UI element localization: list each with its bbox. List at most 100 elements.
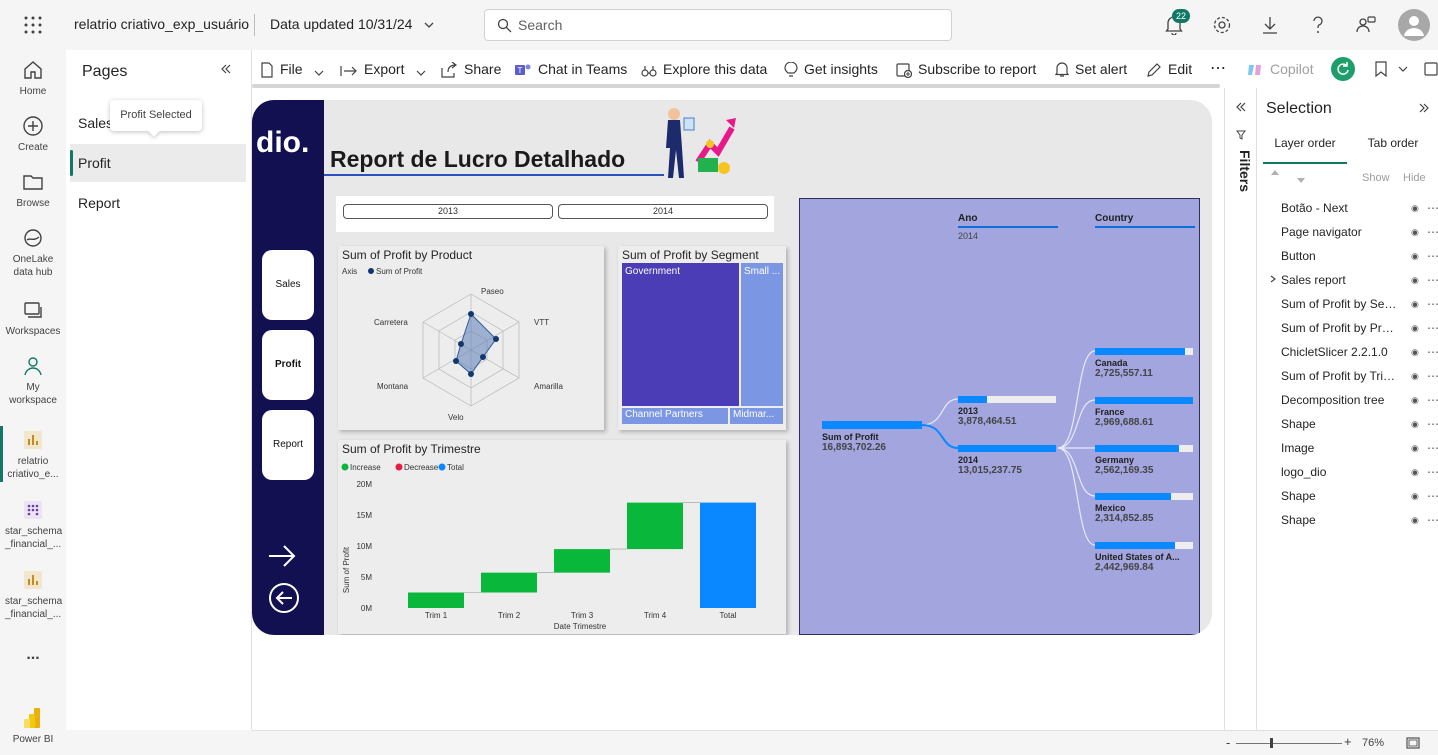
layer-item[interactable]: Sales report ◉ ⋯ [1281, 268, 1438, 292]
eye-icon[interactable]: ◉ [1411, 220, 1419, 244]
more-options-icon[interactable]: ⋯ [1427, 436, 1438, 460]
chevron-right-icon[interactable] [1269, 275, 1277, 283]
rail-browse[interactable]: Browse [0, 170, 66, 210]
chevron-down-icon[interactable] [424, 20, 434, 30]
more-options-icon[interactable]: ⋯ [1427, 412, 1438, 436]
avatar[interactable] [1398, 9, 1430, 41]
zoom-in-button[interactable]: + [1344, 734, 1352, 749]
rail-more[interactable]: ... [0, 647, 66, 663]
arrow-right-icon[interactable] [266, 540, 298, 572]
eye-icon[interactable]: ◉ [1411, 508, 1419, 532]
rail-my-workspace[interactable]: My workspace [0, 354, 66, 407]
app-launcher-icon[interactable] [24, 16, 42, 34]
layer-item[interactable]: ChicletSlicer 2.2.1.0 ◉ ⋯ [1281, 340, 1438, 364]
waterfall-bar-trim-4[interactable] [627, 502, 683, 550]
layer-item[interactable]: Botão - Next ◉ ⋯ [1281, 196, 1438, 220]
rail-report-2[interactable]: star_schema _financial_... [0, 568, 66, 621]
layer-item[interactable]: Shape ◉ ⋯ [1281, 508, 1438, 532]
eye-icon[interactable]: ◉ [1411, 412, 1419, 436]
treemap-cell-government[interactable]: Government [622, 263, 739, 406]
layer-item[interactable]: logo_dio ◉ ⋯ [1281, 460, 1438, 484]
export-menu[interactable]: Export [340, 50, 432, 88]
eye-icon[interactable]: ◉ [1411, 244, 1419, 268]
more-options-icon[interactable]: ⋯ [1427, 196, 1438, 220]
chevron-down-icon[interactable] [1398, 64, 1408, 74]
eye-icon[interactable]: ◉ [1411, 340, 1419, 364]
more-options-icon[interactable]: ⋯ [1427, 220, 1438, 244]
layer-item[interactable]: Decomposition tree ◉ ⋯ [1281, 388, 1438, 412]
decomp-country-node[interactable]: Mexico 2,314,852.85 [1095, 493, 1193, 524]
waterfall-chart-visual[interactable]: Sum of Profit by Trimestre Increase Decr… [338, 440, 786, 634]
waterfall-bar-trim-2[interactable] [481, 572, 537, 593]
decomp-year-node[interactable]: 2013 3,878,464.51 [958, 396, 1056, 427]
layer-item[interactable]: Page navigator ◉ ⋯ [1281, 220, 1438, 244]
eye-icon[interactable]: ◉ [1411, 460, 1419, 484]
nav-button-report[interactable]: Report [262, 410, 314, 480]
copilot-button[interactable]: Copilot [1246, 50, 1314, 88]
search-input[interactable]: Search [518, 17, 562, 33]
share-button[interactable]: Share [440, 50, 501, 88]
rail-powerbi[interactable]: Power BI [0, 706, 66, 746]
tab-layer-order[interactable]: Layer order [1263, 130, 1347, 164]
layer-item[interactable]: Sum of Profit by Prod... ◉ ⋯ [1281, 316, 1438, 340]
chat-in-teams-button[interactable]: T Chat in Teams [514, 50, 627, 88]
radar-chart-visual[interactable]: Sum of Profit by Product Axis Sum of Pro… [338, 246, 604, 430]
zoom-slider[interactable] [1236, 743, 1342, 744]
more-options-button[interactable]: ⋯ [1210, 50, 1226, 88]
rail-open-report[interactable]: relatrio criativo_e... [0, 428, 66, 481]
move-down-icon[interactable] [1296, 175, 1306, 185]
eye-icon[interactable]: ◉ [1411, 436, 1419, 460]
more-options-icon[interactable]: ⋯ [1427, 388, 1438, 412]
decomposition-tree-visual[interactable]: Ano 2014 Country Sum of Profit 16,893,70… [799, 198, 1200, 635]
eye-icon[interactable]: ◉ [1411, 316, 1419, 340]
eye-icon[interactable]: ◉ [1411, 484, 1419, 508]
edit-button[interactable]: Edit [1146, 50, 1192, 88]
zoom-out-button[interactable]: - [1226, 735, 1230, 750]
eye-icon[interactable]: ◉ [1411, 388, 1419, 412]
layer-item[interactable]: Button ◉ ⋯ [1281, 244, 1438, 268]
decomp-country-node[interactable]: Germany 2,562,169.35 [1095, 445, 1193, 476]
rail-home[interactable]: Home [0, 58, 66, 98]
decomp-year-node[interactable]: 2014 13,015,237.75 [958, 445, 1056, 476]
set-alert-button[interactable]: Set alert [1054, 50, 1127, 88]
bookmark-icon[interactable] [1374, 61, 1388, 77]
rail-onelake[interactable]: OneLake data hub [0, 226, 66, 279]
layer-item[interactable]: Shape ◉ ⋯ [1281, 412, 1438, 436]
move-up-icon[interactable] [1270, 168, 1280, 178]
nav-button-profit[interactable]: Profit [262, 330, 314, 400]
hide-all-button[interactable]: Hide [1403, 172, 1426, 184]
more-options-icon[interactable]: ⋯ [1427, 244, 1438, 268]
more-options-icon[interactable]: ⋯ [1427, 340, 1438, 364]
rail-workspaces[interactable]: Workspaces [0, 298, 66, 338]
slicer-option-2014[interactable]: 2014 [558, 204, 768, 219]
collapse-selection-icon[interactable] [1419, 103, 1429, 113]
collapse-pages-icon[interactable] [220, 63, 232, 75]
arrow-left-circle-icon[interactable] [268, 582, 300, 614]
report-name[interactable]: relatrio criativo_exp_usuário [74, 16, 249, 32]
tab-tab-order[interactable]: Tab order [1353, 130, 1433, 164]
show-all-button[interactable]: Show [1362, 172, 1390, 184]
page-item-report[interactable]: Report [70, 184, 246, 222]
more-options-icon[interactable]: ⋯ [1427, 268, 1438, 292]
more-options-icon[interactable]: ⋯ [1427, 316, 1438, 340]
decomp-country-node[interactable]: Canada 2,725,557.11 [1095, 348, 1193, 379]
eye-icon[interactable]: ◉ [1411, 364, 1419, 388]
treemap-cell-small-business[interactable]: Small ... [741, 263, 783, 406]
explore-data-button[interactable]: Explore this data [641, 50, 767, 88]
layer-item[interactable]: Sum of Profit by Trim... ◉ ⋯ [1281, 364, 1438, 388]
waterfall-bar-total[interactable] [700, 502, 756, 608]
eye-icon[interactable]: ◉ [1411, 196, 1419, 220]
refresh-button[interactable] [1331, 57, 1355, 81]
more-options-icon[interactable]: ⋯ [1427, 460, 1438, 484]
get-insights-button[interactable]: Get insights [784, 50, 878, 88]
zoom-level[interactable]: 76% [1362, 737, 1384, 749]
more-options-icon[interactable]: ⋯ [1427, 364, 1438, 388]
rail-semantic-model[interactable]: star_schema _financial_... [0, 498, 66, 551]
zoom-slider-thumb[interactable] [1270, 738, 1273, 748]
decomp-country-node[interactable]: United States of A... 2,442,969.84 [1095, 542, 1193, 573]
waterfall-bar-trim-1[interactable] [408, 592, 464, 609]
treemap-cell-midmarket[interactable]: Midmar... [730, 408, 783, 424]
more-options-icon[interactable]: ⋯ [1427, 484, 1438, 508]
file-menu[interactable]: File [260, 50, 330, 88]
nav-button-sales[interactable]: Sales [262, 250, 314, 320]
